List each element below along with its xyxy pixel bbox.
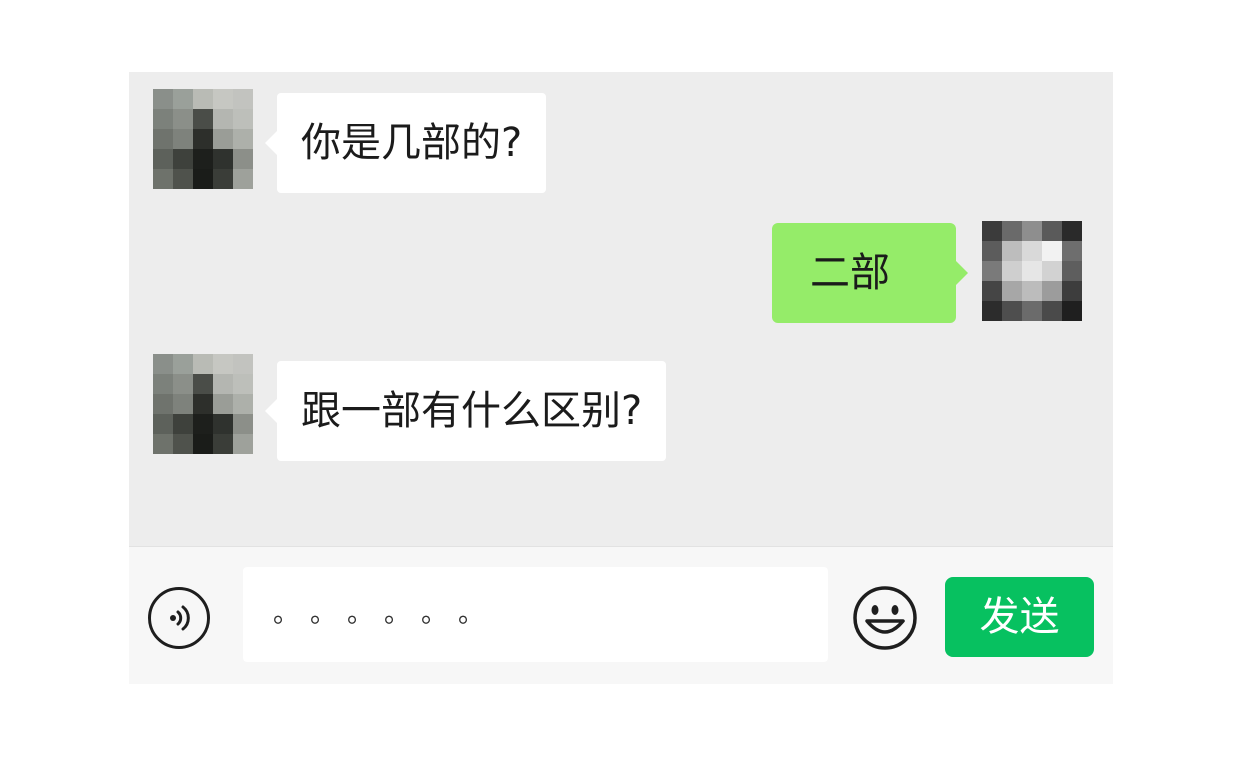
- own-avatar[interactable]: [982, 221, 1082, 321]
- message-list: 你是几部的? 二部 跟一部有什么区别?: [129, 72, 1113, 546]
- outgoing-message-bubble[interactable]: 二部: [772, 223, 968, 323]
- voice-button[interactable]: [148, 587, 210, 649]
- message-text: 你是几部的?: [301, 120, 523, 166]
- chat-window: 你是几部的? 二部 跟一部有什么区别? 。。。。。。 发送: [129, 72, 1113, 684]
- input-toolbar: 。。。。。。 发送: [129, 546, 1113, 684]
- incoming-message-bubble[interactable]: 跟一部有什么区别?: [264, 361, 667, 461]
- emoji-button[interactable]: [852, 585, 918, 651]
- send-button-label: 发送: [979, 594, 1060, 640]
- message-text: 二部: [810, 250, 890, 296]
- incoming-message-bubble[interactable]: 你是几部的?: [264, 93, 547, 193]
- message-text: 跟一部有什么区别?: [301, 388, 643, 434]
- send-button[interactable]: 发送: [945, 577, 1094, 657]
- message-input-value: 。。。。。。: [273, 599, 509, 629]
- contact-avatar[interactable]: [153, 89, 253, 189]
- contact-avatar[interactable]: [153, 354, 253, 454]
- emoji-icon: [853, 586, 917, 650]
- voice-icon: [170, 605, 190, 631]
- message-input[interactable]: 。。。。。。: [243, 567, 828, 662]
